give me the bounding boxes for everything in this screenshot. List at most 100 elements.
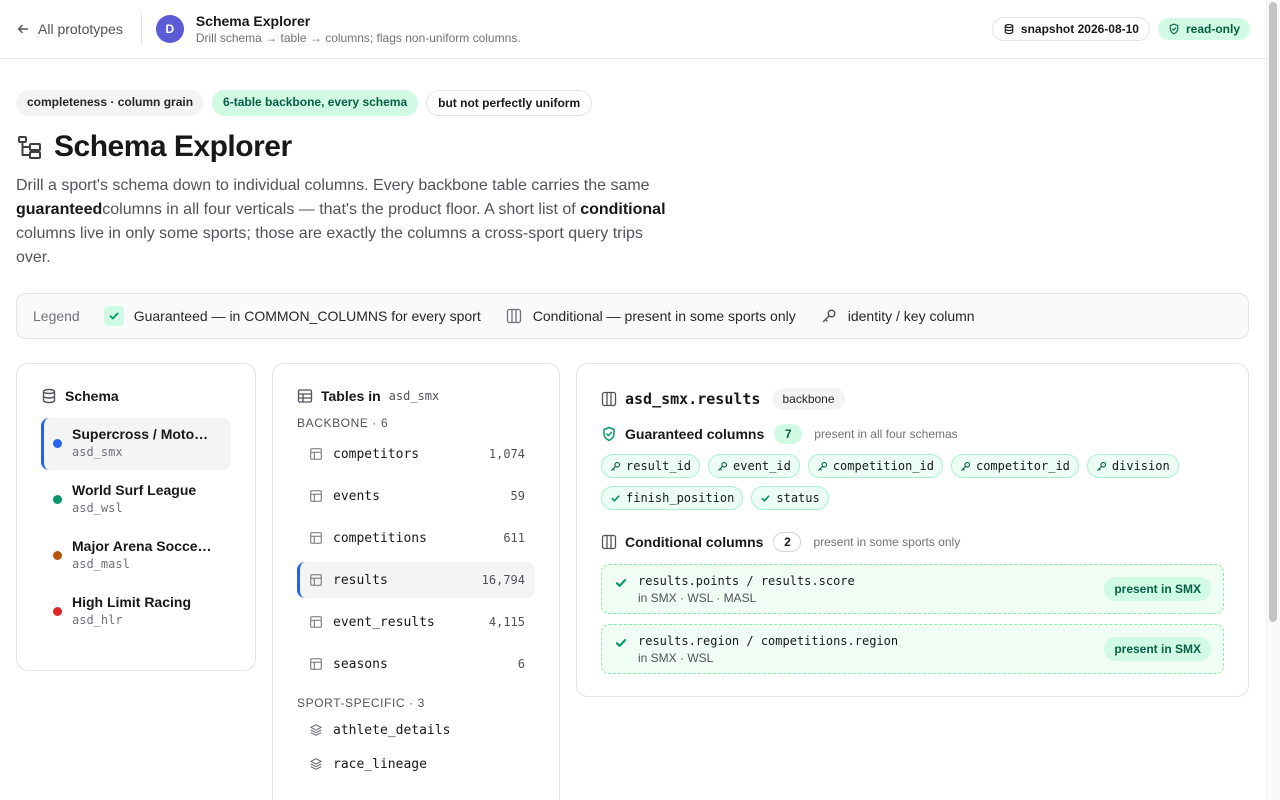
schema-code: asd_smx bbox=[72, 445, 123, 459]
legend-bar: Legend Guaranteed — in COMMON_COLUMNS fo… bbox=[16, 293, 1249, 339]
check-icon bbox=[761, 494, 770, 502]
schema-item-masl[interactable]: Major Arena Soccer League asd_masl bbox=[41, 530, 231, 582]
header-text: Schema Explorer Drill schema → table → c… bbox=[196, 13, 521, 45]
columns-icon bbox=[601, 391, 617, 407]
table-row-competitions[interactable]: competitions 611 bbox=[297, 520, 535, 556]
detail-header: asd_smx.results backbone bbox=[601, 388, 1224, 410]
status-dot bbox=[53, 551, 62, 560]
row-count: 1,074 bbox=[488, 447, 525, 461]
column-name: finish_position bbox=[626, 491, 735, 505]
desc-part-2: columns in all four verticals — that's t… bbox=[102, 201, 581, 218]
column-chip: status bbox=[751, 486, 829, 510]
columns-icon bbox=[601, 534, 617, 550]
header-divider bbox=[140, 14, 142, 44]
table-name: competitions bbox=[333, 530, 427, 546]
schema-item-smx[interactable]: Supercross / Motocross asd_smx bbox=[41, 418, 231, 470]
database-icon bbox=[1004, 23, 1014, 35]
conditional-title: Conditional columns bbox=[625, 534, 764, 550]
check-icon bbox=[615, 639, 627, 647]
tables-panel: Tables in asd_smx BACKBONE · 6 competito… bbox=[272, 363, 560, 800]
table-icon bbox=[310, 448, 322, 460]
key-icon bbox=[961, 461, 971, 471]
column-chip: competitor_id bbox=[950, 454, 1079, 478]
table-row-competitors[interactable]: competitors 1,074 bbox=[297, 436, 535, 472]
shield-check-icon bbox=[1169, 23, 1179, 35]
presence-badge: present in SMX bbox=[1104, 637, 1211, 661]
schema-name: Major Arena Soccer League bbox=[72, 538, 212, 554]
back-link-label: All prototypes bbox=[38, 21, 123, 37]
key-icon bbox=[820, 307, 838, 325]
guaranteed-count: 7 bbox=[774, 424, 803, 444]
page-title: Schema Explorer bbox=[54, 130, 292, 163]
table-name: race_lineage bbox=[333, 756, 427, 772]
check-icon bbox=[611, 494, 620, 502]
table-row-events[interactable]: events 59 bbox=[297, 478, 535, 514]
app-subtitle: Drill schema → table → columns; flags no… bbox=[195, 31, 521, 45]
column-chip: finish_position bbox=[601, 486, 744, 510]
legend-conditional: Conditional — present in some sports onl… bbox=[505, 307, 796, 325]
key-icon bbox=[718, 461, 728, 471]
column-chip: result_id bbox=[601, 454, 701, 478]
schema-name: High Limit Racing bbox=[72, 594, 191, 610]
table-row-results[interactable]: results 16,794 bbox=[297, 562, 535, 598]
page-title-row: Schema Explorer bbox=[16, 130, 292, 164]
conditional-row: results.points / results.score in SMX · … bbox=[601, 564, 1224, 614]
desc-guaranteed: guaranteed bbox=[16, 201, 103, 218]
table-name: results bbox=[333, 572, 388, 588]
detail-table-name: asd_smx.results bbox=[625, 390, 761, 408]
tag-backbone: 6-table backbone, every schema bbox=[212, 90, 419, 116]
header-badges: snapshot 2026-08-10 read-only bbox=[991, 17, 1250, 41]
presence-badge: present in SMX bbox=[1104, 577, 1211, 601]
database-icon bbox=[42, 388, 56, 404]
desc-conditional: conditional bbox=[580, 201, 666, 218]
schema-panel-title: Schema bbox=[65, 388, 119, 404]
schema-panel-header: Schema bbox=[41, 388, 231, 404]
app-title: Schema Explorer bbox=[195, 13, 311, 29]
table-row-event-results[interactable]: event_results 4,115 bbox=[297, 604, 535, 640]
table-name: competitors bbox=[333, 446, 420, 462]
snapshot-badge: snapshot 2026-08-10 bbox=[991, 17, 1150, 41]
guaranteed-sub: present in all four schemas bbox=[814, 427, 958, 441]
legend-guaranteed-text: Guaranteed — in COMMON_COLUMNS for every… bbox=[133, 308, 481, 324]
row-count: 16,794 bbox=[481, 573, 525, 587]
conditional-column-name: results.points / results.score bbox=[638, 573, 855, 588]
shield-check-icon bbox=[603, 426, 615, 442]
schema-item-wsl[interactable]: World Surf League asd_wsl bbox=[41, 474, 231, 526]
table-row-athlete-details[interactable]: athlete_details bbox=[297, 716, 535, 744]
column-name: event_id bbox=[733, 459, 791, 473]
key-icon bbox=[817, 461, 827, 471]
table-name: events bbox=[333, 488, 380, 504]
table-icon bbox=[310, 490, 322, 502]
folder-tree-icon bbox=[18, 136, 41, 159]
column-chip: division bbox=[1086, 454, 1179, 478]
key-icon bbox=[611, 461, 621, 471]
conditional-header: Conditional columns 2 present in some sp… bbox=[601, 532, 1224, 552]
desc-part-3: columns live in only some sports; those … bbox=[16, 225, 643, 266]
guaranteed-chips: result_id event_id competition_id compet… bbox=[601, 454, 1201, 510]
arrow-left-icon bbox=[17, 24, 29, 34]
tables-panel-header: Tables in asd_smx bbox=[297, 388, 535, 404]
table-name: athlete_details bbox=[333, 722, 451, 738]
row-count: 59 bbox=[510, 489, 525, 503]
column-chip: competition_id bbox=[807, 454, 943, 478]
columns-icon bbox=[505, 307, 523, 325]
page-description: Drill a sport's schema down to individua… bbox=[16, 174, 676, 270]
backbone-section-label: BACKBONE · 6 bbox=[297, 416, 389, 430]
scrollbar-thumb[interactable] bbox=[1269, 2, 1277, 622]
schema-code: asd_wsl bbox=[72, 501, 123, 515]
legend-identity: identity / key column bbox=[820, 307, 975, 325]
table-name: seasons bbox=[333, 656, 388, 672]
key-icon bbox=[1097, 461, 1106, 471]
column-chip: event_id bbox=[708, 454, 800, 478]
column-name: division bbox=[1111, 459, 1170, 473]
layers-icon bbox=[310, 758, 322, 770]
table-row-race-lineage[interactable]: race_lineage bbox=[297, 750, 535, 778]
readonly-label: read-only bbox=[1185, 22, 1240, 36]
table-row-seasons[interactable]: seasons 6 bbox=[297, 646, 535, 682]
conditional-sub: present in some sports only bbox=[813, 535, 961, 549]
row-count: 611 bbox=[503, 531, 525, 545]
schema-panel: Schema Supercross / Motocross asd_smx Wor… bbox=[16, 363, 256, 671]
status-dot bbox=[53, 439, 62, 448]
back-link[interactable]: All prototypes bbox=[16, 21, 123, 37]
schema-item-hlr[interactable]: High Limit Racing asd_hlr bbox=[41, 586, 231, 638]
